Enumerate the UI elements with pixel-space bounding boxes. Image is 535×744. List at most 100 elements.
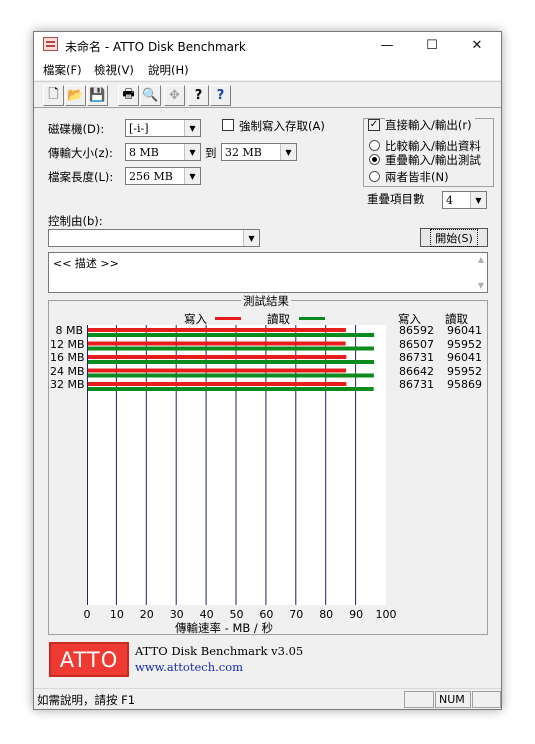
write-bar (87, 328, 346, 332)
x-tick-label: 70 (289, 608, 304, 621)
category-label: 24 MB (50, 364, 85, 378)
file-length-value: 256 MB (129, 170, 173, 183)
close-button[interactable]: ✕ (455, 32, 499, 58)
title-bar: 未命名 - ATTO Disk Benchmark — ☐ ✕ (34, 32, 501, 58)
write-value-label: 86642 (399, 364, 434, 378)
read-bar (87, 360, 375, 364)
menu-file[interactable]: 檔案(F) (43, 62, 82, 78)
controlled-by-select[interactable]: ▼ (48, 229, 260, 247)
app-window: 未命名 - ATTO Disk Benchmark — ☐ ✕ 檔案(F) 檢視… (33, 31, 502, 710)
x-tick-label: 60 (259, 608, 274, 621)
category-label: 12 MB (50, 337, 85, 351)
category-label: 32 MB (50, 378, 85, 391)
print-preview-icon[interactable]: 🔍 (140, 85, 161, 106)
direct-io-checkbox[interactable]: ✓ (368, 119, 380, 131)
read-value-label: 95869 (447, 378, 482, 391)
open-folder-icon[interactable]: 📂 (65, 85, 86, 106)
maximize-button[interactable]: ☐ (410, 32, 454, 58)
status-pane-empty (404, 691, 434, 708)
x-axis-label: 傳輸速率 - MB / 秒 (175, 621, 273, 635)
chevron-down-icon: ▼ (184, 168, 200, 184)
read-bar (87, 333, 375, 337)
transfer-from-value: 8 MB (129, 146, 159, 159)
chart-area (87, 325, 386, 605)
read-value-label: 96041 (447, 351, 482, 364)
start-button-label: 開始(S) (430, 228, 478, 247)
menu-bar: 檔案(F) 檢視(V) 說明(H) (34, 58, 501, 80)
write-value-label: 86507 (399, 337, 434, 351)
chevron-down-icon: ▼ (470, 192, 486, 208)
write-bar (87, 355, 347, 359)
x-tick-label: 30 (169, 608, 184, 621)
status-pane-empty-2 (472, 691, 501, 708)
toolbar: 🗋 📂 💾 🖶 🔍 ✥ ? ? (34, 81, 501, 108)
product-name: ATTO Disk Benchmark v3.05 (135, 644, 304, 658)
description-field[interactable]: << 描述 >> ▲ ▼ (48, 252, 488, 293)
new-document-icon[interactable]: 🗋 (43, 85, 64, 106)
drive-label: 磁碟機(D): (48, 122, 105, 136)
description-text: << 描述 >> (53, 257, 119, 270)
scroll-down-icon[interactable]: ▼ (478, 281, 484, 290)
scroll-up-icon[interactable]: ▲ (478, 255, 484, 264)
chevron-down-icon: ▼ (280, 144, 296, 160)
queue-depth-value: 4 (446, 194, 453, 207)
overlapped-io-label: 重疊輸入/輸出測試 (385, 153, 481, 167)
x-tick-label: 10 (109, 608, 124, 621)
read-bar (87, 373, 374, 378)
write-value-label: 86731 (399, 378, 434, 391)
x-tick-label: 50 (229, 608, 244, 621)
compare-io-radio[interactable] (369, 140, 380, 151)
transfer-size-label: 傳輸大小(z): (48, 146, 113, 160)
queue-depth-select[interactable]: 4 ▼ (442, 191, 487, 209)
transfer-to-label: 到 (205, 146, 217, 160)
chevron-down-icon: ▼ (184, 144, 200, 160)
write-bar (87, 368, 347, 373)
results-title: 測試結果 (241, 293, 291, 309)
file-length-select[interactable]: 256 MB ▼ (125, 167, 201, 185)
read-bar (87, 387, 374, 391)
move-icon[interactable]: ✥ (164, 85, 185, 106)
legend-write-swatch (215, 317, 241, 320)
force-write-checkbox[interactable] (222, 119, 234, 131)
x-tick-label: 90 (349, 608, 364, 621)
write-bar (87, 341, 346, 346)
legend-read-swatch (299, 317, 325, 320)
chevron-down-icon: ▼ (243, 230, 259, 246)
save-icon[interactable]: 💾 (87, 85, 108, 106)
minimize-button[interactable]: — (365, 32, 409, 58)
num-lock-indicator: NUM (435, 691, 471, 708)
category-label: 8 MB (55, 324, 83, 337)
transfer-to-value: 32 MB (225, 146, 262, 159)
queue-depth-label: 重疊項目數 (367, 192, 425, 206)
benchmark-chart (87, 325, 375, 605)
neither-label: 兩者皆非(N) (385, 170, 449, 184)
x-tick-label: 0 (83, 608, 91, 621)
drive-select[interactable]: [-i-] ▼ (125, 119, 201, 137)
x-tick-label: 100 (375, 608, 397, 621)
write-value-label: 86592 (399, 324, 434, 337)
app-icon[interactable] (43, 37, 58, 51)
menu-view[interactable]: 檢視(V) (94, 62, 134, 78)
x-tick-label: 20 (139, 608, 154, 621)
chevron-down-icon: ▼ (184, 120, 200, 136)
context-help-icon[interactable]: ? (210, 85, 231, 106)
force-write-label: 強制寫入存取(A) (239, 119, 325, 133)
help-icon[interactable]: ? (188, 85, 209, 106)
overlapped-io-radio[interactable] (369, 154, 380, 165)
write-bar (87, 382, 347, 386)
status-text: 如需說明，請按 F1 (37, 693, 136, 707)
read-value-label: 95952 (447, 364, 482, 378)
neither-radio[interactable] (369, 171, 380, 182)
print-icon[interactable]: 🖶 (118, 85, 139, 106)
category-label: 16 MB (50, 351, 85, 364)
website-link[interactable]: www.attotech.com (135, 660, 243, 674)
controlled-by-label: 控制由(b): (48, 214, 103, 228)
read-value-label: 95952 (447, 337, 482, 351)
status-bar: 如需說明，請按 F1 NUM (34, 688, 501, 710)
start-button[interactable]: 開始(S) (420, 228, 488, 247)
menu-help[interactable]: 說明(H) (148, 62, 189, 78)
transfer-to-select[interactable]: 32 MB ▼ (221, 143, 297, 161)
x-tick-label: 80 (319, 608, 334, 621)
transfer-from-select[interactable]: 8 MB ▼ (125, 143, 201, 161)
direct-io-label: 直接輸入/輸出(r) (385, 117, 475, 133)
